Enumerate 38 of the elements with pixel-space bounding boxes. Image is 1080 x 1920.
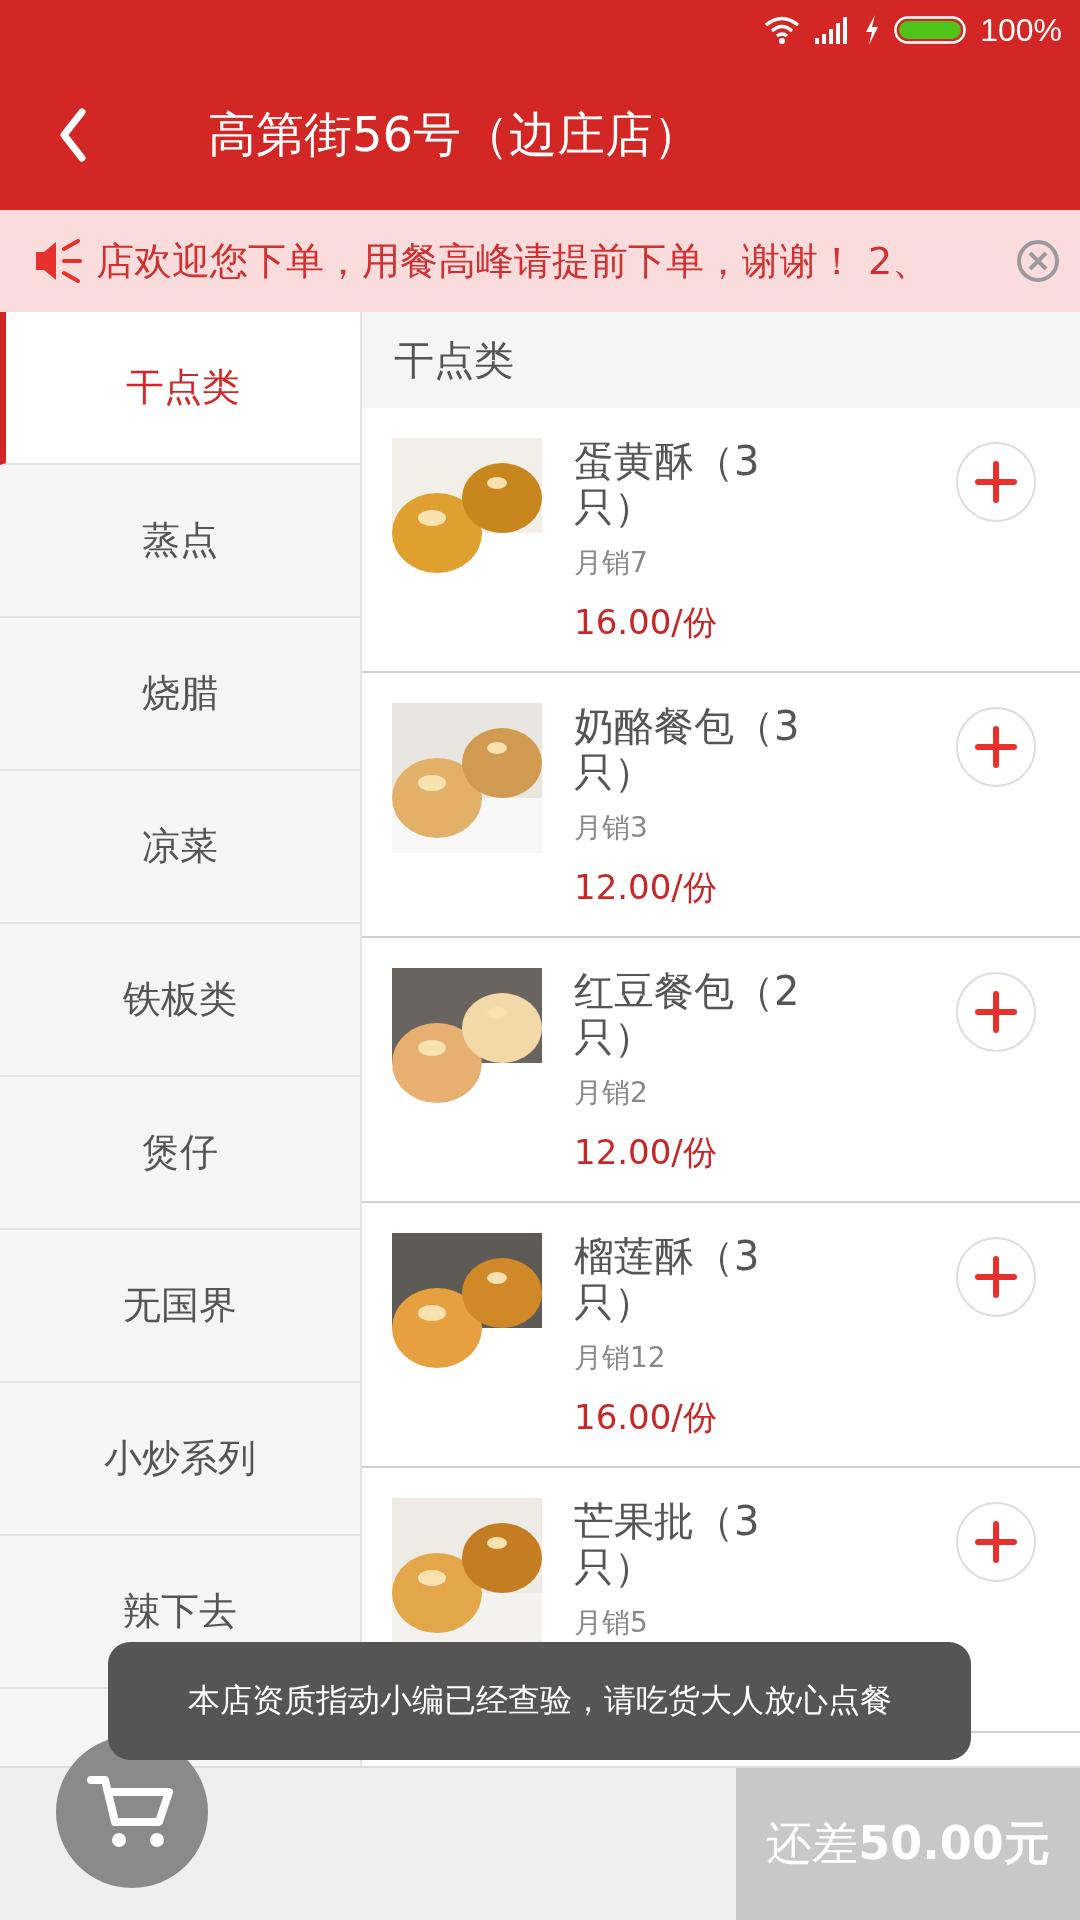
product-price: 12.00/份: [574, 866, 718, 909]
notice-toast: 本店资质指动小编已经查验，请吃货大人放心点餐: [108, 1642, 971, 1760]
charging-icon: [864, 15, 881, 45]
category-item[interactable]: 蒸点: [0, 465, 360, 618]
wifi-icon: [764, 16, 801, 44]
category-item[interactable]: 无国界: [0, 1230, 360, 1383]
plus-icon: [974, 1520, 1018, 1564]
battery-icon: [894, 16, 967, 44]
back-icon[interactable]: [58, 108, 88, 162]
monthly-sales: 月销2: [574, 1075, 649, 1111]
plus-icon: [974, 725, 1018, 769]
store-title: 高第街56号（边庄店）: [208, 105, 702, 164]
category-item[interactable]: 小炒系列: [0, 1383, 360, 1536]
category-item[interactable]: 煲仔: [0, 1077, 360, 1230]
monthly-sales: 月销12: [574, 1340, 667, 1376]
product-price: 16.00/份: [574, 601, 718, 644]
product-name: 奶酪餐包（3只）: [574, 703, 801, 795]
product-price: 12.00/份: [574, 1131, 718, 1174]
product-name: 芒果批（3只）: [574, 1498, 761, 1590]
category-item[interactable]: 烧腊: [0, 618, 360, 771]
product-name: 蛋黄酥（3只）: [574, 438, 761, 530]
close-icon[interactable]: [1016, 239, 1060, 283]
product-name: 榴莲酥（3只）: [574, 1233, 761, 1325]
section-header: 干点类: [362, 312, 1080, 408]
monthly-sales: 月销7: [574, 545, 649, 581]
plus-icon: [974, 990, 1018, 1034]
product-price: 16.00/份: [574, 1396, 718, 1439]
notice-text: 店欢迎您下单，用餐高峰请提前下单，谢谢！ 2、: [96, 237, 932, 285]
battery-percent: 100%: [980, 11, 1062, 49]
category-item[interactable]: 凉菜: [0, 771, 360, 924]
plus-icon: [974, 1255, 1018, 1299]
monthly-sales: 月销3: [574, 810, 649, 846]
product-name: 红豆餐包（2只）: [574, 968, 801, 1060]
monthly-sales: 月销5: [574, 1605, 649, 1641]
speaker-icon: [34, 239, 82, 283]
plus-icon: [974, 460, 1018, 504]
category-item[interactable]: 干点类: [0, 312, 360, 465]
category-item[interactable]: 铁板类: [0, 924, 360, 1077]
